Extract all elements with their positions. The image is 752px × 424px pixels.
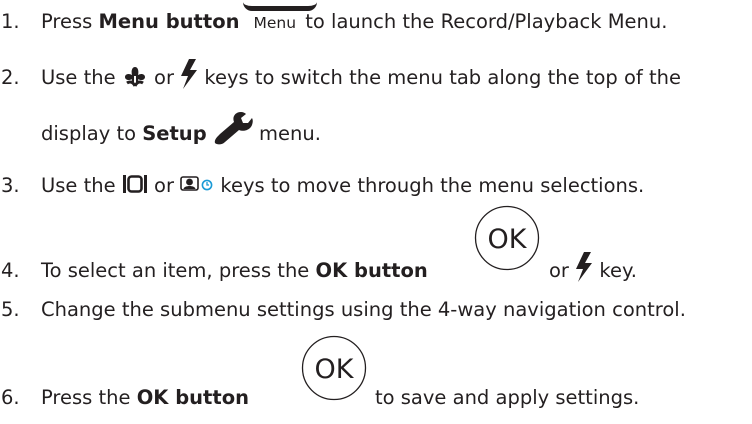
step-text: to launch the Record/Playback Menu. [299,10,668,33]
face-timer-icon [180,175,213,191]
ok-button-label: OK [315,354,355,385]
ok-button-text: OK button [136,386,249,409]
step-text: Use the [41,174,122,197]
step-number: 3. [1,174,20,197]
menu-key-cap [243,0,318,11]
step-text: keys to switch the menu tab along the to… [198,66,681,89]
flash-icon [181,58,198,89]
wrench-icon [214,111,253,144]
step-number: 4. [1,259,20,282]
step-text: Change the submenu settings using the 4-… [41,298,686,321]
ok-button-icon: OK [474,205,540,271]
step-text: or [147,66,181,89]
step-text: display to [41,122,143,145]
step-text: Use the [41,66,122,89]
step-2-continued: display to Setup menu. [41,111,321,146]
setup-label: Setup [142,122,207,145]
step-text: keys to move through the menu selections… [214,174,645,197]
step-number: 2. [1,66,20,89]
menu-button-label: Menu button [98,10,240,33]
step-text: Press [41,10,99,33]
display-icon [122,174,147,193]
step-text: menu. [252,122,321,145]
ok-button-label: OK [488,224,528,255]
ok-button-icon: OK [301,335,367,401]
step-text: key. [593,259,637,282]
step-number: 1. [1,10,20,33]
macro-flower-icon [124,66,145,88]
ok-button-text: OK button [315,259,428,282]
menu-key-icon: Menu [243,6,318,35]
step-number: 5. [1,298,20,321]
menu-key-label: Menu [253,14,297,32]
step-text: To select an item, press the [41,259,316,282]
flash-icon [576,251,593,282]
step-text: to save and apply settings. [375,386,640,409]
step-text: or [147,174,181,197]
step-text: or [549,259,576,282]
step-number: 6. [1,386,20,409]
step-text: Press the [41,386,137,409]
